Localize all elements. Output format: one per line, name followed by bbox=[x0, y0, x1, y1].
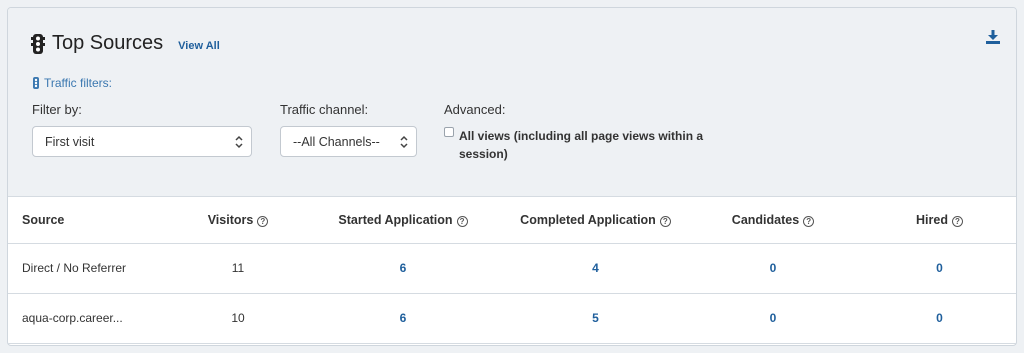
chevron-updown-icon bbox=[235, 135, 243, 149]
download-icon[interactable] bbox=[986, 30, 1000, 44]
traffic-filters-text: Traffic filters: bbox=[44, 76, 113, 90]
col-source-label: Source bbox=[22, 212, 65, 227]
help-icon[interactable]: ? bbox=[803, 215, 815, 227]
cell-started[interactable]: 6 bbox=[298, 243, 508, 294]
advanced-label: Advanced: bbox=[444, 102, 506, 117]
cell-hired[interactable]: 0 bbox=[863, 293, 1016, 344]
filters-panel: Top Sources View All Traffic filters: Fi… bbox=[8, 8, 1016, 197]
col-completed-label: Completed Application bbox=[520, 212, 656, 227]
cell-hired[interactable]: 0 bbox=[863, 243, 1016, 294]
help-icon[interactable]: ? bbox=[659, 215, 671, 227]
table-row: aqua-corp.career... 10 6 5 0 0 bbox=[8, 293, 1016, 344]
cell-completed[interactable]: 4 bbox=[508, 243, 683, 294]
filter-by-label: Filter by: bbox=[32, 102, 82, 117]
cell-source: Direct / No Referrer bbox=[8, 243, 178, 294]
traffic-channel-label: Traffic channel: bbox=[280, 102, 369, 117]
cell-source: aqua-corp.career... bbox=[8, 293, 178, 344]
cell-candidates[interactable]: 0 bbox=[683, 243, 863, 294]
chevron-updown-icon bbox=[400, 135, 408, 149]
help-icon[interactable]: ? bbox=[951, 215, 963, 227]
col-completed: Completed Application? bbox=[508, 197, 683, 244]
col-hired-label: Hired bbox=[916, 212, 948, 227]
title-row: Top Sources View All bbox=[31, 32, 220, 55]
table-header-row: Source Visitors? Started Application? Co… bbox=[8, 197, 1016, 244]
traffic-light-small-icon bbox=[33, 77, 39, 89]
traffic-light-icon bbox=[31, 33, 45, 54]
traffic-channel-value: --All Channels-- bbox=[293, 134, 380, 149]
top-sources-card: Top Sources View All Traffic filters: Fi… bbox=[7, 7, 1017, 346]
table-row: Direct / No Referrer 11 6 4 0 0 bbox=[8, 243, 1016, 294]
cell-started[interactable]: 6 bbox=[298, 293, 508, 344]
page-title: Top Sources bbox=[52, 32, 164, 54]
cell-visitors: 10 bbox=[178, 293, 298, 344]
traffic-filters-label: Traffic filters: bbox=[32, 76, 112, 90]
col-candidates: Candidates? bbox=[683, 197, 863, 244]
filter-by-select[interactable]: First visit bbox=[32, 126, 252, 157]
cell-visitors: 11 bbox=[178, 243, 298, 294]
traffic-channel-select[interactable]: --All Channels-- bbox=[280, 126, 417, 157]
cell-completed[interactable]: 5 bbox=[508, 293, 683, 344]
col-candidates-label: Candidates bbox=[731, 212, 800, 227]
sources-table: Source Visitors? Started Application? Co… bbox=[8, 197, 1016, 344]
all-views-label: All views (including all page views with… bbox=[459, 129, 704, 161]
col-started: Started Application? bbox=[298, 197, 508, 244]
col-visitors: Visitors? bbox=[178, 197, 298, 244]
col-source: Source bbox=[8, 197, 178, 244]
view-all-link[interactable]: View All bbox=[178, 40, 220, 52]
col-visitors-label: Visitors bbox=[207, 212, 254, 227]
cell-candidates[interactable]: 0 bbox=[683, 293, 863, 344]
col-started-label: Started Application bbox=[338, 212, 453, 227]
help-icon[interactable]: ? bbox=[257, 215, 269, 227]
help-icon[interactable]: ? bbox=[456, 215, 468, 227]
filter-by-value: First visit bbox=[45, 134, 95, 149]
col-hired: Hired? bbox=[863, 197, 1016, 244]
all-views-checkbox[interactable] bbox=[444, 127, 454, 137]
